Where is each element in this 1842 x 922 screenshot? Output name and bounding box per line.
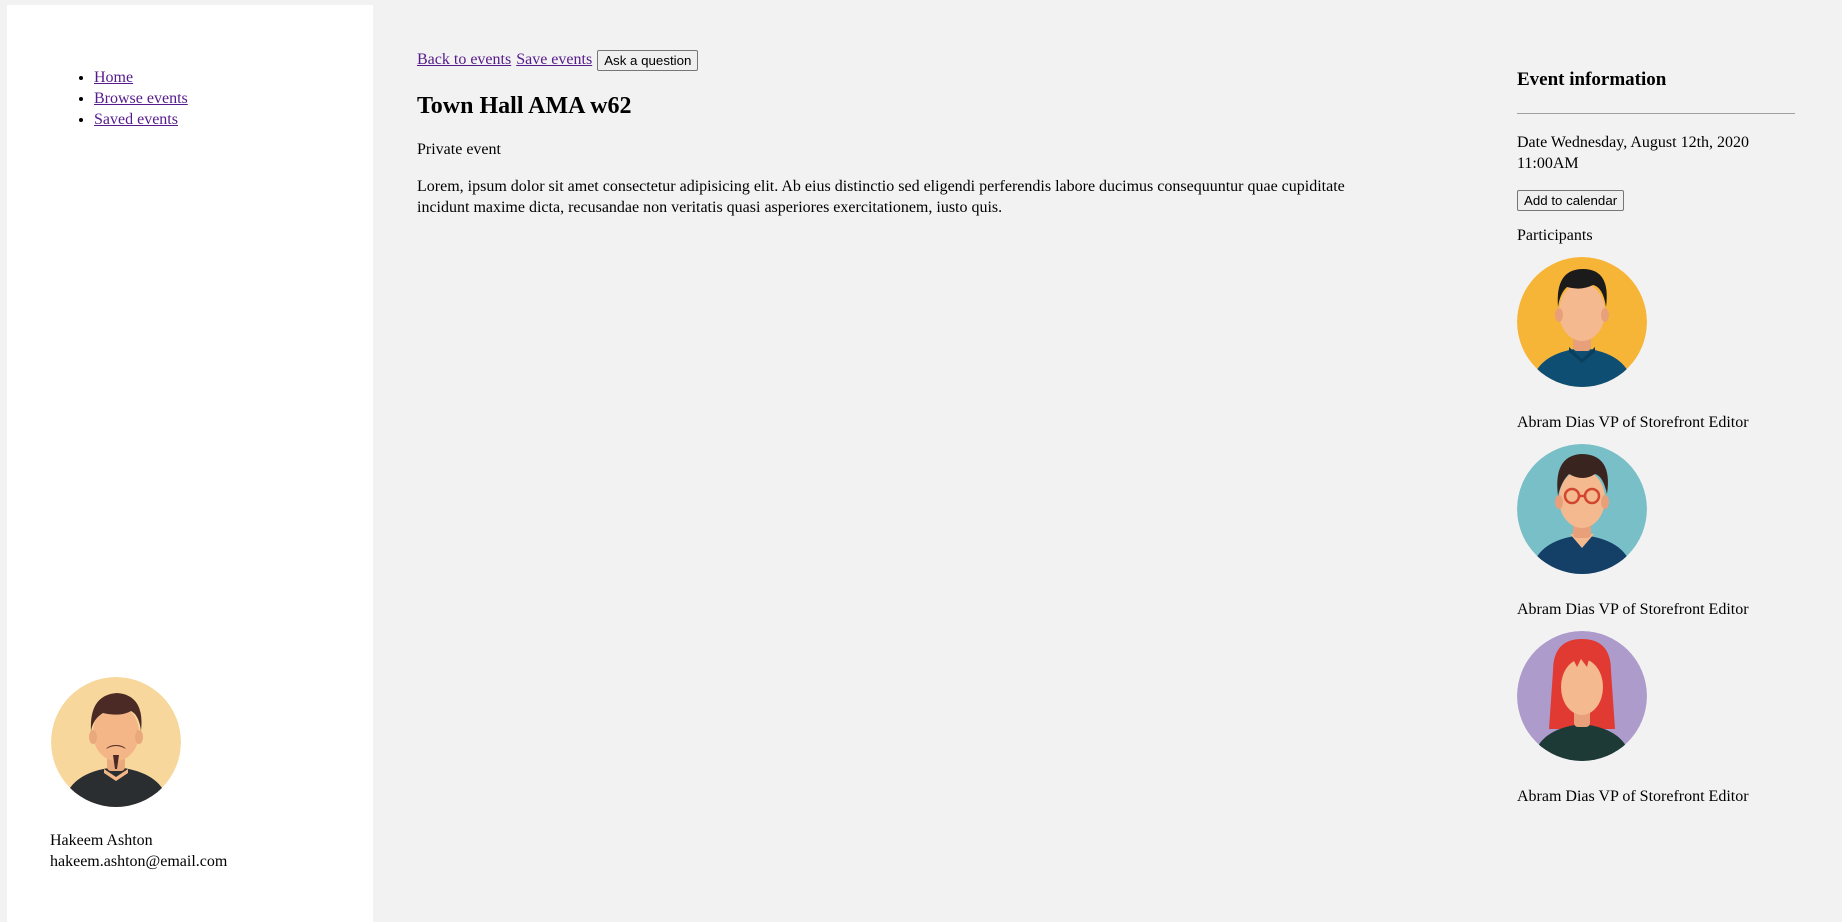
event-date-label: Date [1517,134,1548,151]
nav-item-home: Home [94,67,188,88]
participant-item: Abram Dias VP of Storefront Editor [1517,257,1795,433]
participant-name: Abram Dias [1517,414,1595,431]
add-to-calendar-button[interactable]: Add to calendar [1517,190,1625,211]
event-info-title: Event information [1517,69,1667,90]
event-description: Lorem, ipsum dolor sit amet consectetur … [417,178,1345,216]
event-info-panel: Event information Date Wednesday, August… [1517,68,1795,807]
event-date-value: Wednesday, August 12th, 2020 11:00AM [1517,134,1750,172]
save-events-link[interactable]: Save events [516,51,592,69]
participant-name: Abram Dias [1517,601,1595,618]
main-content: Back to events Save events Ask a questio… [417,48,1377,218]
nav-item-saved-events: Saved events [94,109,188,130]
participant-role: VP of Storefront Editor [1598,414,1749,431]
participant-role: VP of Storefront Editor [1598,601,1749,618]
sidebar-nav: Home Browse events Saved events [94,67,188,130]
female-avatar-icon [1517,631,1647,761]
participant-caption: Abram Dias VP of Storefront Editor [1517,786,1795,807]
male-glasses-avatar-icon [1517,444,1647,574]
participant-name: Abram Dias [1517,788,1595,805]
nav-item-browse-events: Browse events [94,88,188,109]
event-type-label: Private event [417,141,501,158]
ask-question-button[interactable]: Ask a question [597,49,699,71]
sidebar: Home Browse events Saved events Hakeem A… [7,5,373,922]
user-name: Hakeem Ashton [50,832,153,849]
bearded-man-avatar-icon [51,677,181,807]
nav-link-saved-events[interactable]: Saved events [94,111,178,128]
page-title: Town Hall AMA w62 [417,93,632,119]
nav-link-browse-events[interactable]: Browse events [94,90,188,107]
back-to-events-link[interactable]: Back to events [417,51,511,69]
nav-link-home[interactable]: Home [94,69,133,86]
participants-heading: Participants [1517,227,1593,244]
participant-caption: Abram Dias VP of Storefront Editor [1517,599,1795,620]
participant-item: Abram Dias VP of Storefront Editor [1517,444,1795,620]
male-avatar-icon [1517,257,1647,387]
user-avatar [51,677,181,807]
user-email: hakeem.ashton@email.com [50,853,228,870]
participant-role: VP of Storefront Editor [1598,788,1749,805]
info-divider [1517,113,1795,114]
event-date: Date Wednesday, August 12th, 2020 11:00A… [1517,132,1795,174]
event-toolbar: Back to events Save events Ask a questio… [417,48,1377,72]
participant-caption: Abram Dias VP of Storefront Editor [1517,412,1795,433]
participant-item: Abram Dias VP of Storefront Editor [1517,631,1795,807]
